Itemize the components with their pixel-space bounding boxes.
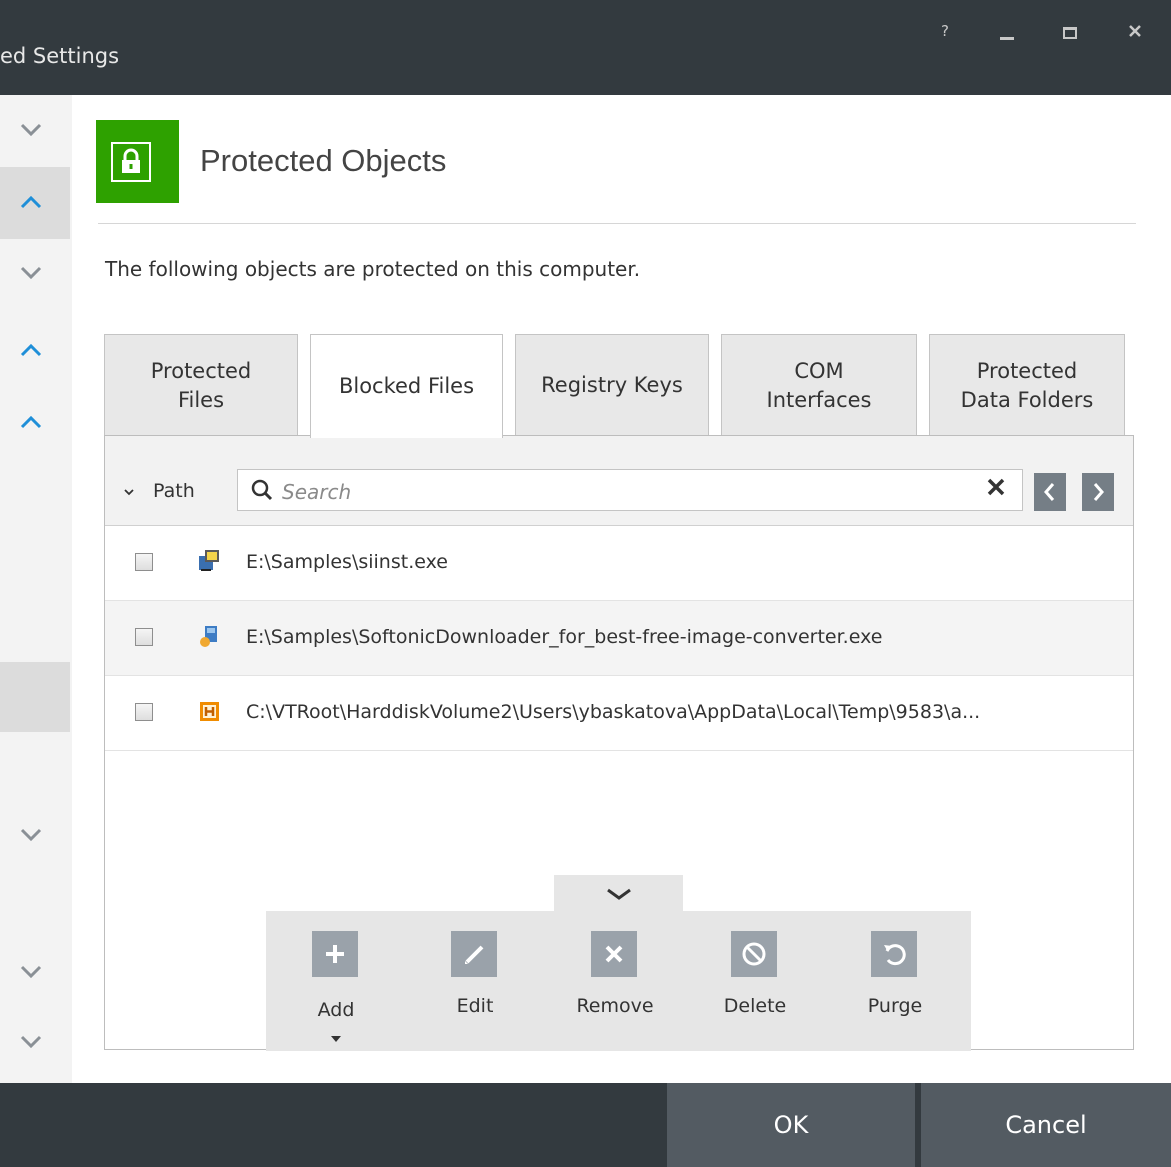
close-button[interactable] (1120, 22, 1150, 43)
tab-label: Registry Keys (541, 373, 683, 397)
close-icon (1129, 25, 1141, 37)
path-column-label[interactable]: Path (153, 480, 195, 502)
previous-button[interactable] (1034, 473, 1066, 511)
tab-protected-files[interactable]: Protected Files (104, 334, 298, 436)
chevron-left-icon (1044, 483, 1055, 501)
row-checkbox[interactable] (135, 553, 153, 571)
prohibited-icon (731, 931, 777, 977)
pencil-icon (451, 931, 497, 977)
ok-button[interactable]: OK (667, 1083, 915, 1167)
chevron-right-icon (1093, 483, 1104, 501)
search-icon (250, 478, 274, 506)
tab-protected-data-folders[interactable]: Protected Data Folders (929, 334, 1125, 436)
h-app-icon (197, 698, 223, 724)
chevron-up-icon[interactable] (16, 335, 46, 365)
protected-objects-icon (96, 120, 179, 203)
clear-search-icon[interactable] (986, 477, 1006, 503)
row-checkbox[interactable] (135, 703, 153, 721)
tab-registry-keys[interactable]: Registry Keys (515, 334, 709, 436)
tab-label: Protected Data Folders (960, 358, 1094, 412)
page-description: The following objects are protected on t… (105, 257, 641, 281)
window-title: ed Settings (0, 44, 120, 68)
action-toolbar: Add Edit Remove Delete Purge (266, 911, 971, 1051)
row-checkbox[interactable] (135, 628, 153, 646)
x-icon (591, 931, 637, 977)
sort-chevron-icon[interactable] (123, 486, 135, 500)
file-path: E:\Samples\siinst.exe (246, 551, 448, 573)
table-row[interactable]: E:\Samples\SoftonicDownloader_for_best-f… (105, 601, 1133, 676)
footer-bar: OK Cancel (0, 1083, 1171, 1167)
refresh-icon (871, 931, 917, 977)
table-row[interactable]: C:\VTRoot\HarddiskVolume2\Users\ybaskato… (105, 676, 1133, 751)
purge-label: Purge (867, 995, 923, 1017)
filter-bar: Path Search (105, 436, 1133, 526)
next-button[interactable] (1082, 473, 1114, 511)
chevron-down-icon (607, 888, 631, 900)
table-row[interactable]: E:\Samples\siinst.exe (105, 526, 1133, 601)
tab-label: Protected Files (150, 358, 252, 412)
help-button[interactable]: ? (930, 22, 960, 40)
add-button[interactable]: Add (288, 931, 384, 1042)
minimize-button[interactable] (1000, 37, 1014, 40)
chevron-down-icon[interactable] (16, 115, 46, 145)
delete-label: Delete (723, 995, 787, 1017)
title-bar: ed Settings ? (0, 0, 1171, 95)
maximize-button[interactable] (1063, 27, 1077, 39)
installer-icon (197, 548, 223, 574)
sidebar-selected-subitem[interactable] (0, 662, 70, 732)
page-title: Protected Objects (200, 143, 447, 178)
edit-button[interactable]: Edit (427, 931, 523, 1041)
toolbar-collapse-tab[interactable] (554, 875, 683, 915)
delete-button[interactable]: Delete (707, 931, 803, 1041)
search-placeholder: Search (282, 480, 352, 504)
file-path: C:\VTRoot\HarddiskVolume2\Users\ybaskato… (246, 701, 981, 723)
header-divider (98, 223, 1136, 224)
add-label: Add (317, 999, 355, 1021)
chevron-up-icon[interactable] (16, 407, 46, 437)
remove-button[interactable]: Remove (567, 931, 663, 1041)
chevron-down-icon[interactable] (16, 820, 46, 850)
tab-com-interfaces[interactable]: COM Interfaces (721, 334, 917, 436)
edit-label: Edit (456, 995, 494, 1017)
cancel-button[interactable]: Cancel (921, 1083, 1171, 1167)
dropdown-arrow-icon (331, 1036, 341, 1042)
search-input[interactable]: Search (237, 469, 1023, 511)
chevron-down-icon[interactable] (16, 258, 46, 288)
chevron-up-icon[interactable] (16, 187, 46, 217)
tab-label: COM Interfaces (766, 358, 872, 412)
purge-button[interactable]: Purge (847, 931, 943, 1041)
lock-icon (111, 142, 151, 182)
setup-icon (197, 623, 223, 649)
chevron-down-icon[interactable] (16, 957, 46, 987)
chevron-down-icon[interactable] (16, 1027, 46, 1057)
sidebar (0, 95, 72, 1083)
plus-icon (312, 931, 358, 977)
remove-label: Remove (576, 995, 654, 1017)
file-path: E:\Samples\SoftonicDownloader_for_best-f… (246, 626, 883, 648)
tab-blocked-files[interactable]: Blocked Files (310, 334, 503, 438)
tab-label: Blocked Files (338, 374, 475, 398)
